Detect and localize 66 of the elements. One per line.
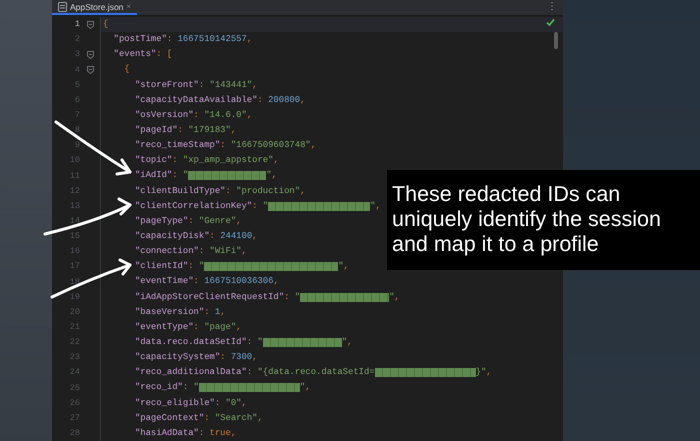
line-number: 16 <box>68 245 80 258</box>
line-number: 14 <box>68 215 80 228</box>
code-line: "iAdAppStoreClientRequestId": " ", <box>134 290 400 304</box>
code-line: "eventType": "page", <box>134 320 242 334</box>
line-number: 27 <box>68 412 80 425</box>
line-number: 10 <box>68 154 80 168</box>
line-number: 1 <box>74 18 80 31</box>
code-line: "clientCorrelationKey": " ", <box>134 200 381 213</box>
code-line: "clientId": " ", <box>134 260 349 274</box>
caption-text: These redacted IDs can uniquely identify the session and map it to a profile <box>392 182 662 257</box>
code-line: { <box>123 63 130 76</box>
line-number: 23 <box>68 351 80 364</box>
close-icon[interactable]: × <box>126 0 132 14</box>
line-number: 6 <box>74 94 80 107</box>
line-number: 5 <box>74 78 80 92</box>
line-number: 7 <box>74 109 80 122</box>
fold-icon[interactable] <box>86 50 94 59</box>
line-number: 9 <box>74 139 80 152</box>
code-line: "postTime": 1667510142557, <box>112 33 252 46</box>
code-line: "baseVersion": 1, <box>134 306 226 319</box>
line-number: 18 <box>68 276 80 288</box>
line-number: 11 <box>68 170 80 182</box>
check-icon[interactable] <box>546 18 555 26</box>
line-number: 21 <box>68 321 80 334</box>
code-line: "osVersion": "14.6.0", <box>134 108 252 122</box>
code-line: "pageType": "Genre", <box>134 214 242 228</box>
code-line: "topic": "xp_amp_appstore", <box>134 154 279 168</box>
fold-icon[interactable] <box>86 66 94 74</box>
code-line: "capacitySystem": 7300, <box>134 351 258 364</box>
line-number: 26 <box>68 396 80 410</box>
file-tab[interactable]: AppStore.json × <box>52 0 138 15</box>
line-number: 20 <box>68 306 80 319</box>
code-line: "connection": "WiFi", <box>134 245 247 258</box>
line-number: 24 <box>68 366 80 380</box>
code-line: "iAdId": " ", <box>134 169 277 182</box>
code-line: "events": [ <box>112 48 172 62</box>
line-number: 13 <box>68 200 80 213</box>
code-line: "reco_timeStamp": "1667509603748", <box>134 139 316 152</box>
code-line: "pageId": "179183", <box>134 124 236 137</box>
json-file-icon <box>58 2 67 12</box>
code-line: "reco_id": " ", <box>134 381 311 394</box>
line-number: 12 <box>68 184 80 198</box>
line-number: 19 <box>68 290 80 304</box>
code-line: "pageContext": "Search", <box>134 412 263 425</box>
scrollbar-thumb[interactable] <box>554 32 558 49</box>
line-number: 28 <box>68 426 80 440</box>
code-line: "data.reco.dataSetId": " ", <box>134 336 352 350</box>
code-line: "capacityDataAvailable": 200800, <box>134 94 306 107</box>
code-line: "eventTime": 1667510036306, <box>134 275 279 288</box>
line-number: 25 <box>68 382 80 394</box>
line-number: 3 <box>74 48 80 62</box>
line-number: 22 <box>68 336 80 349</box>
line-number: 17 <box>68 260 80 274</box>
fold-icon[interactable] <box>86 20 94 29</box>
code-line: "clientBuildType": "production", <box>134 184 306 198</box>
line-number: 4 <box>74 64 80 76</box>
line-number: 2 <box>74 33 80 46</box>
code-line: "capacityDisk": 244100, <box>134 230 258 243</box>
more-menu[interactable]: ⋮ <box>541 0 563 15</box>
code-line: "reco_additionalData": "{data.reco.dataSetId= }", <box>134 366 492 380</box>
code-line: "storeFront": "143441", <box>134 78 258 92</box>
code-line: "reco_eligible": "0", <box>134 396 247 410</box>
line-number: 15 <box>68 230 80 243</box>
code-line: { <box>102 18 108 31</box>
line-number: 8 <box>74 124 80 137</box>
code-line: "hasiAdData": true, <box>134 426 236 440</box>
